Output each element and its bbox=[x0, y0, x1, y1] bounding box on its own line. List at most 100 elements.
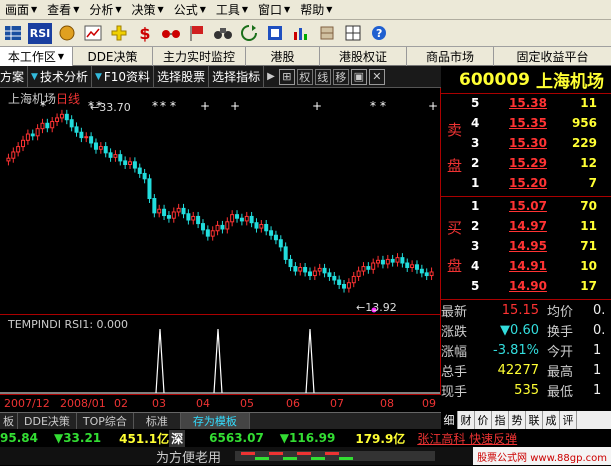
menu-item-help[interactable]: 帮助 ▼ bbox=[295, 0, 337, 20]
candle-body bbox=[50, 120, 55, 129]
candle-body bbox=[162, 208, 167, 217]
detail-tab[interactable]: 财 bbox=[458, 411, 475, 429]
coin-icon[interactable] bbox=[56, 23, 78, 44]
bars-icon[interactable] bbox=[290, 23, 312, 44]
sell-level-4[interactable]: 4 15.35 956 bbox=[441, 116, 611, 136]
candle-body bbox=[118, 154, 123, 162]
help-icon[interactable]: ? bbox=[368, 23, 390, 44]
refresh-icon[interactable] bbox=[238, 23, 260, 44]
rsi-icon[interactable]: RSI bbox=[28, 22, 52, 44]
candle-body bbox=[283, 246, 288, 260]
menu-item-formula[interactable]: 公式 ▼ bbox=[169, 0, 211, 20]
grid-icon[interactable] bbox=[342, 23, 364, 44]
tab-main-monitor[interactable]: 主力实时监控 bbox=[153, 47, 246, 66]
sell-level-1[interactable]: 1 15.20 7 bbox=[441, 176, 611, 196]
sell-level-2[interactable]: 2 15.29 12 bbox=[441, 156, 611, 176]
buy-level-4[interactable]: 4 14.91 10 bbox=[441, 259, 611, 279]
tab-standard[interactable]: 标准 bbox=[134, 413, 181, 429]
tab-select-indicator[interactable]: 选择指标 bbox=[209, 65, 265, 88]
tab-commodities[interactable]: 商品市场 bbox=[407, 47, 494, 66]
detail-tab[interactable]: 细 bbox=[441, 411, 458, 429]
grid-view-icon[interactable] bbox=[2, 23, 24, 44]
date-tick: 08 bbox=[380, 397, 394, 410]
price-chart[interactable]: 上海机场日线 * * * * * * + + + * * + ←33.70 ←13.92 bbox=[0, 88, 441, 314]
tab-technical[interactable]: ▼ 技术分析 bbox=[28, 65, 92, 88]
crosshair-icon[interactable]: ⊞ bbox=[278, 68, 295, 85]
binoculars-icon[interactable] bbox=[212, 23, 234, 44]
candle-body bbox=[210, 230, 215, 237]
level-volume: 956 bbox=[571, 116, 597, 130]
level-num: 1 bbox=[471, 199, 480, 213]
flow-indicator bbox=[235, 451, 436, 461]
menu-item-tools[interactable]: 工具 ▼ bbox=[211, 0, 253, 20]
tab-save-template[interactable]: 存为模板 bbox=[180, 413, 250, 429]
sell-level-5[interactable]: 5 15.38 11 bbox=[441, 96, 611, 116]
chevron-down-icon: ▼ bbox=[241, 5, 249, 14]
detail-tab[interactable]: 价 bbox=[475, 411, 492, 429]
detail-tab[interactable]: 指 bbox=[492, 411, 509, 429]
menu-item-window[interactable]: 窗口 ▼ bbox=[253, 0, 295, 20]
line-button[interactable]: 线 bbox=[314, 68, 331, 85]
level-num: 3 bbox=[471, 136, 480, 150]
chart-icon[interactable] bbox=[82, 23, 104, 44]
tab-top[interactable]: TOP综合 bbox=[77, 413, 134, 429]
detail-tabs: 细财价指势联成评 bbox=[441, 411, 611, 429]
plus-icon[interactable] bbox=[108, 23, 130, 44]
play-icon[interactable]: ▶ bbox=[267, 71, 275, 82]
stock-code-bar[interactable]: 600009 上海机场 bbox=[441, 66, 611, 94]
date-tick: 2008/01 bbox=[60, 397, 106, 410]
buy-level-2[interactable]: 2 14.97 11 bbox=[441, 219, 611, 239]
tab-label: 技术分析 bbox=[39, 70, 88, 84]
signal-marker: + bbox=[230, 99, 240, 113]
tab-board[interactable]: 板 bbox=[0, 413, 18, 429]
tab-hk-stocks[interactable]: 港股 bbox=[246, 47, 320, 66]
menu-item-screen[interactable]: 画面 ▼ bbox=[0, 0, 42, 20]
tab-label: 标准 bbox=[145, 415, 168, 428]
tab-label: DDE决策 bbox=[87, 50, 138, 64]
date-tick: 05 bbox=[240, 397, 254, 410]
buy-level-3[interactable]: 3 14.95 71 bbox=[441, 239, 611, 259]
glasses-icon[interactable] bbox=[160, 23, 182, 44]
candle-body bbox=[147, 178, 152, 200]
menu-item-decision[interactable]: 决策 ▼ bbox=[127, 0, 169, 20]
tab-scheme[interactable]: 方案 bbox=[0, 65, 29, 88]
flag-icon[interactable] bbox=[186, 23, 208, 44]
adjust-right-button[interactable]: 权 bbox=[296, 68, 313, 85]
move-button[interactable]: 移 bbox=[332, 68, 349, 85]
candle-body bbox=[244, 215, 249, 222]
menu-label: 分析 bbox=[89, 3, 114, 17]
tab-fixed-income[interactable]: 固定收益平台 bbox=[494, 47, 611, 66]
candle-body bbox=[93, 142, 98, 150]
status-bar: 为方便老用 股票公式网 www.88gp.com bbox=[0, 447, 611, 466]
tab-workspace[interactable]: 本工作区 ▼ bbox=[0, 47, 73, 66]
book-icon[interactable] bbox=[264, 23, 286, 44]
level-volume: 229 bbox=[571, 136, 597, 150]
tab-label: F10资料 bbox=[103, 70, 151, 84]
menu-item-analysis[interactable]: 分析 ▼ bbox=[84, 0, 126, 20]
close-icon[interactable]: ✕ bbox=[368, 68, 385, 85]
news-headline[interactable]: 张江高科 快速反弹 bbox=[417, 430, 517, 447]
tab-label: 存为模板 bbox=[192, 415, 237, 428]
window-icon[interactable]: ▣ bbox=[350, 68, 367, 85]
dollar-icon[interactable]: $ bbox=[134, 23, 156, 44]
tool-icon[interactable] bbox=[316, 23, 338, 44]
tab-f10[interactable]: ▼ F10资料 bbox=[92, 65, 155, 88]
tab-dde-decision[interactable]: DDE决策 bbox=[73, 47, 153, 66]
candle-body bbox=[259, 223, 264, 229]
low-price-label: ←13.92 bbox=[356, 301, 397, 314]
level-price: 14.97 bbox=[509, 219, 547, 233]
index-ticker[interactable]: 95.84 ▼33.21 451.1亿 深 6563.07 ▼116.99 17… bbox=[0, 429, 611, 447]
tab-select-stock[interactable]: 选择股票 bbox=[154, 65, 210, 88]
indicator-pane[interactable]: TEMPINDI RSI1: 0.000 bbox=[0, 314, 441, 394]
candle-body bbox=[351, 275, 356, 284]
tab-hk-warrants[interactable]: 港股权证 bbox=[320, 47, 407, 66]
buy-level-5[interactable]: 5 14.90 17 bbox=[441, 279, 611, 299]
menu-item-view[interactable]: 查看 ▼ bbox=[42, 0, 84, 20]
sell-level-3[interactable]: 3 15.30 229 bbox=[441, 136, 611, 156]
detail-tab[interactable]: 势 bbox=[509, 411, 526, 429]
buy-level-1[interactable]: 1 15.07 70 bbox=[441, 199, 611, 219]
tab-dde[interactable]: DDE决策 bbox=[18, 413, 77, 429]
detail-tab[interactable]: 联 bbox=[526, 411, 543, 429]
detail-tab[interactable]: 评 bbox=[560, 411, 577, 429]
detail-tab[interactable]: 成 bbox=[543, 411, 560, 429]
